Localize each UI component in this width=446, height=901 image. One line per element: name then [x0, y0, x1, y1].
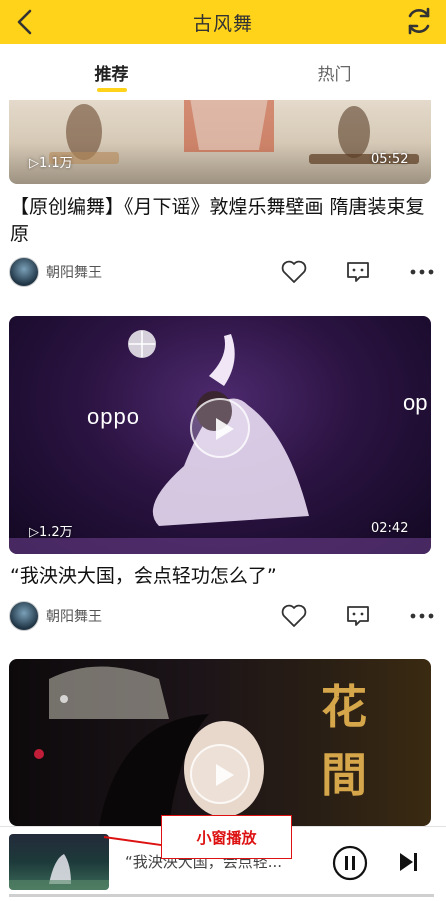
- comment-icon: [347, 606, 369, 626]
- active-tab-indicator: [96, 88, 127, 92]
- tab-hot[interactable]: 热门: [223, 44, 446, 100]
- tab-recommended[interactable]: 推荐: [0, 44, 223, 100]
- author-name[interactable]: 朝阳舞王: [46, 262, 102, 282]
- comment-icon: [347, 262, 369, 282]
- comment-button[interactable]: [343, 601, 373, 631]
- dancer-image: [9, 854, 109, 890]
- video-thumbnail[interactable]: ▷1.1万 05:52: [9, 100, 431, 184]
- video-meta-row: 朝阳舞王: [9, 254, 437, 290]
- video-title[interactable]: 【原创编舞】《月下谣》敦煌乐舞壁画 隋唐装束复原: [10, 194, 430, 248]
- refresh-icon[interactable]: [402, 4, 436, 38]
- progress-fill: [9, 894, 434, 897]
- action-group: [245, 598, 437, 634]
- like-button[interactable]: [279, 601, 309, 631]
- duration: 05:52: [371, 152, 409, 167]
- mini-player-thumbnail[interactable]: [9, 834, 109, 890]
- title-art-text: 花間: [321, 680, 367, 802]
- author-name[interactable]: 朝阳舞王: [46, 606, 102, 626]
- pause-icon[interactable]: [332, 845, 368, 881]
- page-title: 古风舞: [192, 12, 253, 35]
- avatar[interactable]: [9, 257, 39, 287]
- mini-player-progress: [9, 894, 434, 897]
- chevron-left-icon[interactable]: [10, 6, 42, 38]
- dancers-image: [49, 100, 419, 164]
- play-icon[interactable]: [190, 744, 250, 804]
- tab-bar: 推荐 热门: [0, 44, 446, 100]
- more-dots-icon: [410, 613, 434, 619]
- play-icon[interactable]: [190, 398, 250, 458]
- more-button[interactable]: [407, 601, 437, 631]
- video-thumbnail[interactable]: oppo op ▷1.2万 02:42: [9, 316, 431, 554]
- tab-label: 推荐: [94, 64, 129, 85]
- action-group: [245, 254, 437, 290]
- brand-watermark-partial: op: [403, 390, 428, 415]
- like-button[interactable]: [279, 257, 309, 287]
- annotation-callout: 小窗播放: [161, 815, 292, 859]
- video-title[interactable]: “我泱泱大国，会点轻功怎么了”: [10, 563, 430, 590]
- heart-icon: [281, 604, 307, 627]
- top-bar: 古风舞: [0, 0, 446, 44]
- view-count: ▷1.2万: [29, 525, 73, 540]
- tab-label: 热门: [317, 64, 352, 85]
- duration: 02:42: [371, 521, 409, 536]
- video-feed[interactable]: ▷1.1万 05:52 【原创编舞】《月下谣》敦煌乐舞壁画 隋唐装束复原 朝阳舞…: [0, 100, 446, 826]
- view-count: ▷1.1万: [29, 156, 73, 171]
- more-dots-icon: [410, 269, 434, 275]
- brand-watermark: oppo: [87, 404, 140, 429]
- skip-next-icon[interactable]: [397, 851, 419, 873]
- comment-button[interactable]: [343, 257, 373, 287]
- avatar[interactable]: [9, 601, 39, 631]
- heart-icon: [281, 260, 307, 283]
- video-thumbnail[interactable]: 花間: [9, 659, 431, 826]
- more-button[interactable]: [407, 257, 437, 287]
- video-meta-row: 朝阳舞王: [9, 598, 437, 634]
